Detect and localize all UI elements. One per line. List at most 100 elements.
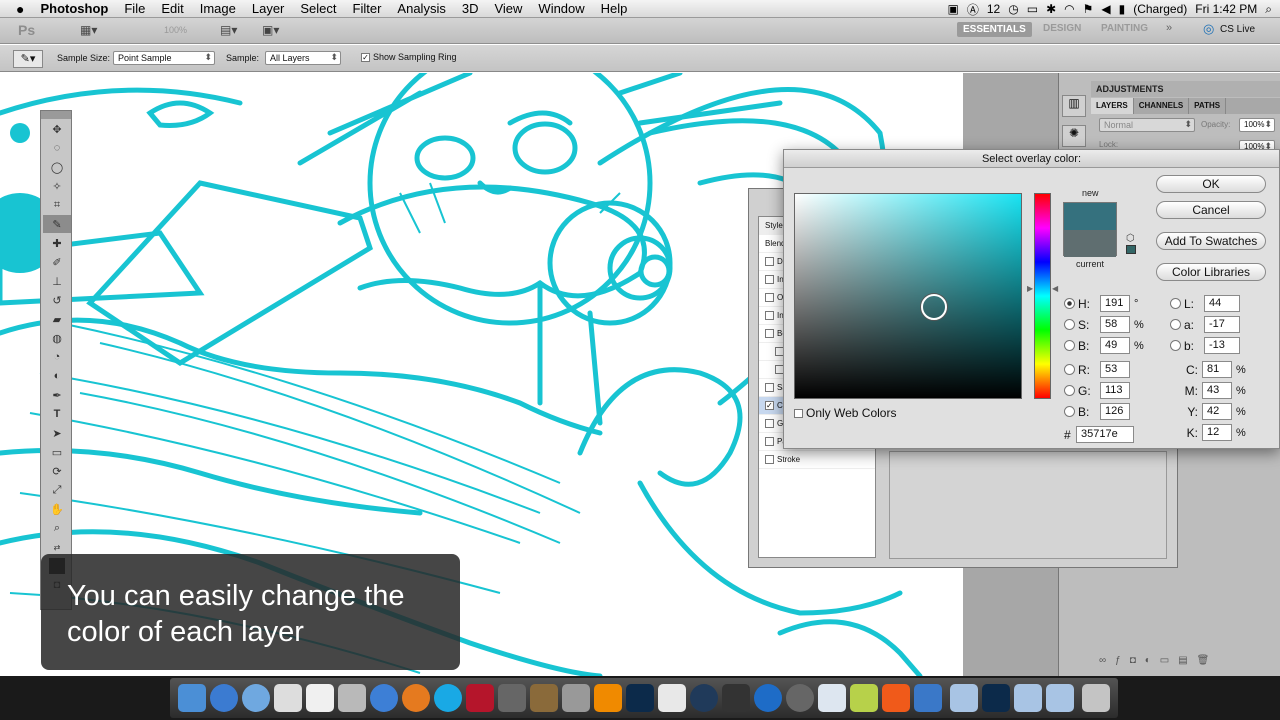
clapper-icon[interactable]: [722, 684, 750, 712]
red-radio[interactable]: [1064, 364, 1075, 375]
battery-icon[interactable]: ▮: [1119, 2, 1126, 16]
menu-select[interactable]: Select: [292, 1, 344, 16]
teamviewer-icon[interactable]: [754, 684, 782, 712]
spotlight-icon[interactable]: ⌕: [1265, 2, 1272, 17]
bridge-icon[interactable]: ▦▾: [80, 23, 97, 37]
blue-radio[interactable]: [1064, 406, 1075, 417]
color-libraries-button[interactable]: Color Libraries: [1156, 263, 1266, 281]
zoom-tool-icon[interactable]: ⌕: [43, 519, 71, 537]
green-radio[interactable]: [1064, 385, 1075, 396]
hue-radio[interactable]: [1064, 298, 1075, 309]
quick-select-tool-icon[interactable]: ✧: [43, 177, 71, 195]
tools-panel-grip[interactable]: [41, 111, 71, 119]
menu-edit[interactable]: Edit: [153, 1, 191, 16]
workspace-essentials[interactable]: ESSENTIALS: [957, 22, 1032, 37]
saturation-field[interactable]: 58: [1100, 316, 1130, 333]
utility-icon[interactable]: [562, 684, 590, 712]
menu-filter[interactable]: Filter: [345, 1, 390, 16]
activity-icon[interactable]: [786, 684, 814, 712]
blue-field[interactable]: 126: [1100, 403, 1130, 420]
itunes-icon[interactable]: [370, 684, 398, 712]
red-field[interactable]: 53: [1100, 361, 1130, 378]
preview-icon[interactable]: [530, 684, 558, 712]
history-brush-tool-icon[interactable]: ↺: [43, 291, 71, 309]
new-color-swatch[interactable]: [1064, 203, 1116, 230]
lab-b-field[interactable]: -13: [1204, 337, 1240, 354]
brightness-radio[interactable]: [1064, 340, 1075, 351]
time-machine-icon[interactable]: ◷: [1008, 2, 1018, 16]
crop-tool-icon[interactable]: ⌗: [43, 196, 71, 214]
arrange-icon[interactable]: ▤▾: [220, 23, 237, 37]
apple-icon[interactable]: ●: [0, 1, 32, 17]
panel-styles-icon[interactable]: ✺: [1062, 125, 1086, 147]
adobe-status-icon[interactable]: Ⓐ: [967, 1, 979, 18]
safari-icon[interactable]: [242, 684, 270, 712]
zoom-level[interactable]: 100%: [164, 25, 187, 35]
style-checkbox-checked[interactable]: ✓: [765, 401, 774, 411]
flag-icon[interactable]: ⚑: [1083, 2, 1094, 16]
camera-icon[interactable]: ▣: [948, 2, 959, 16]
healing-brush-tool-icon[interactable]: ✚: [43, 234, 71, 252]
style-item-stroke[interactable]: Stroke: [759, 451, 875, 469]
black-field[interactable]: 12: [1202, 424, 1232, 441]
show-sampling-ring-checkbox[interactable]: ✓ Show Sampling Ring: [361, 52, 457, 63]
blur-tool-icon[interactable]: ◔: [43, 348, 71, 366]
lab-l-field[interactable]: 44: [1204, 295, 1240, 312]
lasso-tool-icon[interactable]: ◯: [43, 158, 71, 176]
adjustments-panel-header[interactable]: ADJUSTMENTS: [1091, 81, 1280, 97]
paint-bucket-tool-icon[interactable]: ◍: [43, 329, 71, 347]
menu-view[interactable]: View: [486, 1, 530, 16]
style-checkbox[interactable]: [765, 419, 774, 429]
workspace-design[interactable]: DESIGN: [1043, 23, 1081, 34]
tweetie-icon[interactable]: [850, 684, 878, 712]
menu-image[interactable]: Image: [192, 1, 244, 16]
panel-collapse-icon[interactable]: ▥: [1062, 95, 1086, 117]
3d-rotate-tool-icon[interactable]: ⟳: [43, 462, 71, 480]
hue-slider-left-arrow-icon[interactable]: ▶: [1027, 284, 1033, 293]
photo-booth-icon[interactable]: [466, 684, 494, 712]
only-web-colors-option[interactable]: Only Web Colors: [794, 406, 896, 420]
workspace-more-icon[interactable]: »: [1166, 22, 1172, 34]
wifi-icon[interactable]: ◠: [1064, 2, 1074, 16]
documents-stack-icon[interactable]: [982, 684, 1010, 712]
lab-b-radio[interactable]: [1170, 340, 1181, 351]
mail-icon[interactable]: [274, 684, 302, 712]
shape-tool-icon[interactable]: ▭: [43, 443, 71, 461]
style-checkbox[interactable]: [765, 275, 774, 285]
add-to-swatches-button[interactable]: Add To Swatches: [1156, 232, 1266, 250]
finder-icon[interactable]: [178, 684, 206, 712]
3d-orbit-tool-icon[interactable]: ⤢: [43, 481, 71, 499]
style-checkbox[interactable]: [765, 311, 774, 321]
screen-sharing-icon[interactable]: [914, 684, 942, 712]
style-checkbox[interactable]: [765, 455, 774, 465]
imovie-icon[interactable]: [498, 684, 526, 712]
eyedropper-tool-icon[interactable]: ✎: [43, 215, 71, 233]
hex-field[interactable]: 35717e: [1076, 426, 1134, 443]
clone-stamp-tool-icon[interactable]: ⊥: [43, 272, 71, 290]
opacity-field[interactable]: 100%: [1239, 118, 1275, 132]
bluetooth-icon[interactable]: ✱: [1046, 2, 1056, 16]
acrobat-icon[interactable]: [658, 684, 686, 712]
current-color-swatch[interactable]: [1064, 230, 1116, 257]
only-web-colors-checkbox[interactable]: [794, 408, 803, 418]
yellow-field[interactable]: 42: [1202, 403, 1232, 420]
screen-mode-icon[interactable]: ▣▾: [262, 23, 279, 37]
pen-tool-icon[interactable]: ✒: [43, 386, 71, 404]
hue-slider[interactable]: [1034, 193, 1051, 399]
menu-layer[interactable]: Layer: [244, 1, 293, 16]
photoshop-icon[interactable]: [626, 684, 654, 712]
cyan-field[interactable]: 81: [1202, 361, 1232, 378]
style-checkbox[interactable]: [765, 329, 774, 339]
style-checkbox[interactable]: [765, 383, 774, 393]
cs-live-icon[interactable]: ◎: [1203, 21, 1214, 37]
textedit-icon[interactable]: [818, 684, 846, 712]
style-checkbox[interactable]: [765, 257, 774, 267]
magenta-field[interactable]: 43: [1202, 382, 1232, 399]
eyedropper-preset-icon[interactable]: ✎▾: [13, 50, 43, 68]
hue-field[interactable]: 191: [1100, 295, 1130, 312]
path-selection-tool-icon[interactable]: ➤: [43, 424, 71, 442]
applications-folder-icon[interactable]: [950, 684, 978, 712]
blend-mode-select[interactable]: Normal: [1099, 118, 1195, 132]
out-of-gamut-warning-icon[interactable]: ⬡: [1126, 233, 1135, 244]
workspace-painting[interactable]: PAINTING: [1101, 23, 1148, 34]
